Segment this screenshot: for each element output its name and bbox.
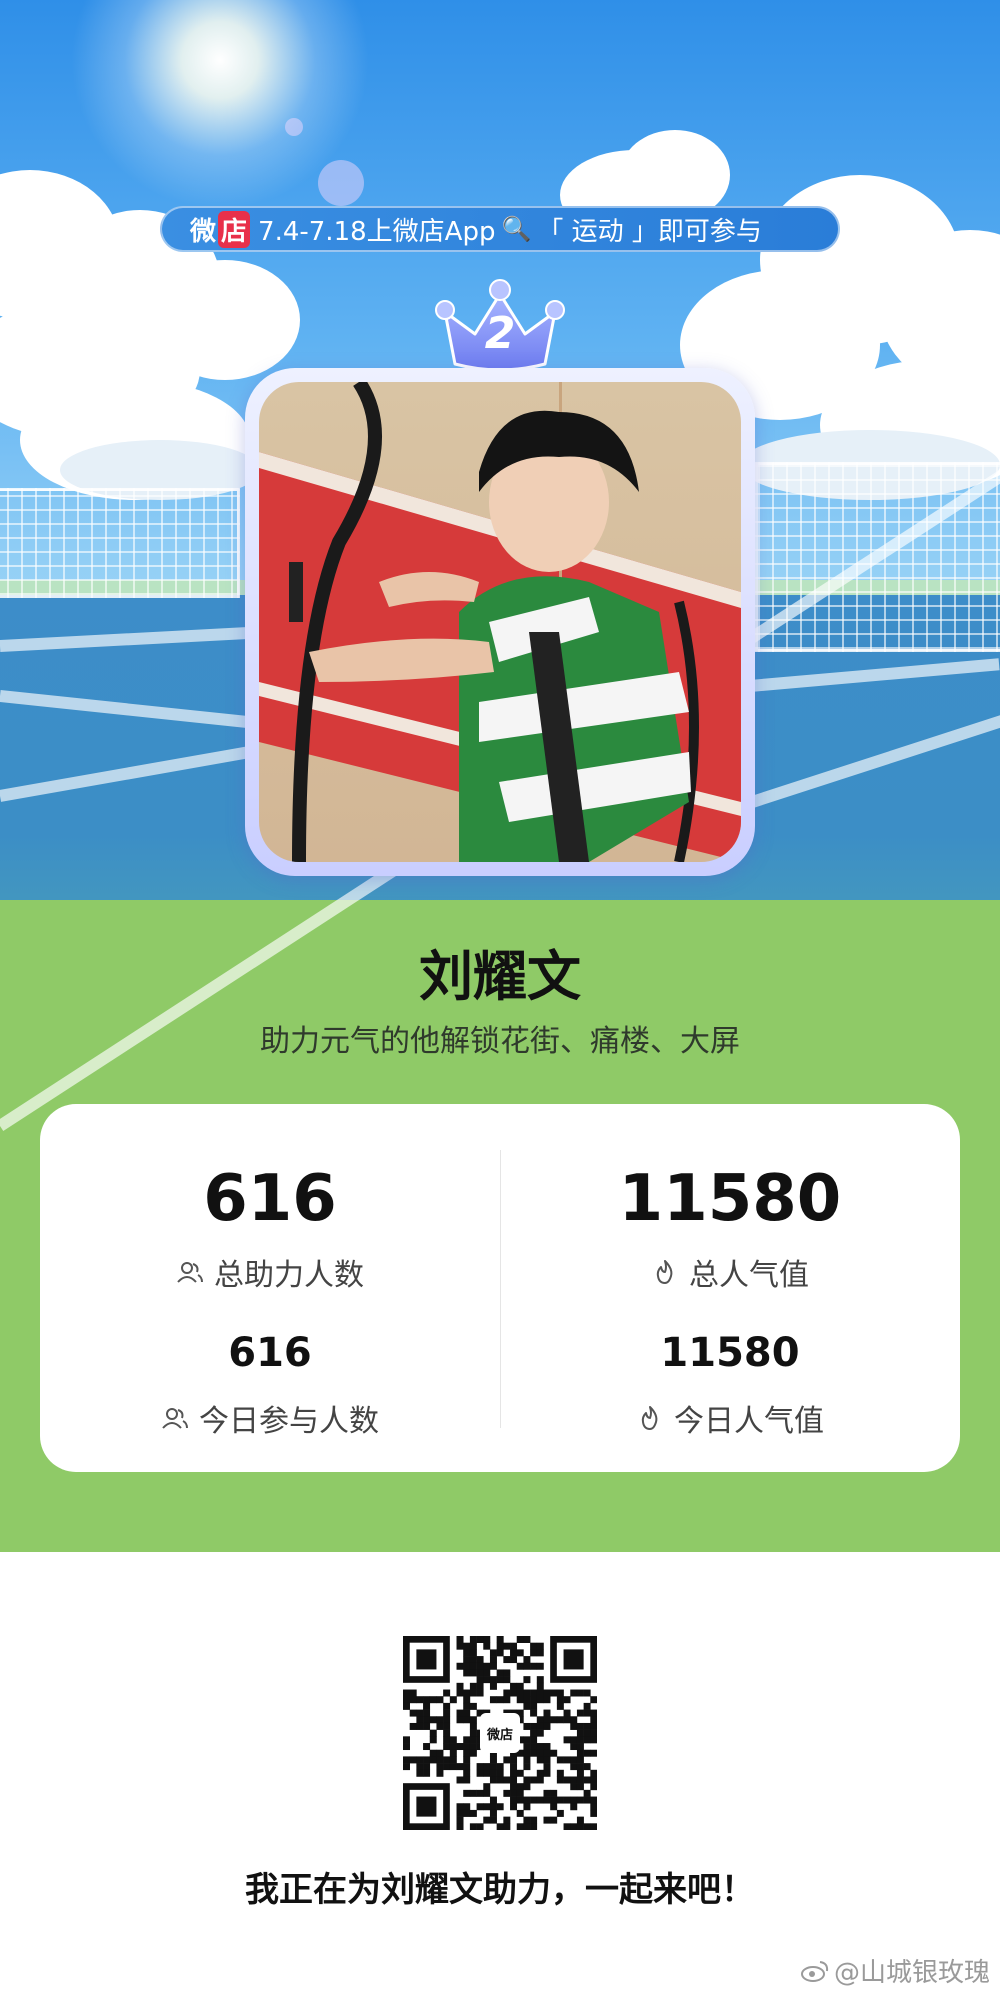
stats-card: 616 总助力人数 11580 总人气值 616 今日参与人数 11580 今日… xyxy=(40,1104,960,1472)
flame-icon xyxy=(656,1260,673,1284)
weibo-icon xyxy=(800,1960,829,1982)
avatar-frame xyxy=(245,368,755,876)
banner-keyword: 「 运动 」即可参与 xyxy=(537,216,762,247)
qr-code[interactable]: 微店 xyxy=(403,1636,598,1831)
banner-text: 7.4-7.18上微店App xyxy=(258,216,496,247)
people-icon xyxy=(162,1408,188,1429)
total-popularity-label: 总人气值 xyxy=(689,1258,809,1293)
weidian-logo: 微 店 xyxy=(190,210,251,248)
today-participants-value: 616 xyxy=(228,1330,312,1376)
total-supporters-label: 总助力人数 xyxy=(214,1258,364,1293)
qr-finder xyxy=(563,1649,584,1670)
flame-icon xyxy=(641,1406,658,1430)
total-supporters-value: 616 xyxy=(203,1162,337,1236)
watermark-text: @山城银玫瑰 xyxy=(833,1958,990,1988)
lens-flare xyxy=(318,160,364,206)
archer-illustration xyxy=(259,382,741,862)
logo-text-a: 微 xyxy=(190,216,217,247)
today-popularity-label-row: 今日人气值 xyxy=(500,1396,960,1440)
tennis-net xyxy=(755,462,1000,652)
search-icon: 🔍 xyxy=(501,215,532,243)
lens-flare xyxy=(285,118,303,136)
tagline: 助力元气的他解锁花街、痛楼、大屏 xyxy=(260,1024,740,1059)
logo-text-b: 店 xyxy=(218,210,251,248)
today-popularity-label: 今日人气值 xyxy=(674,1404,824,1439)
qr-logo-text: 微店 xyxy=(486,1727,513,1743)
people-icon xyxy=(177,1262,203,1283)
avatar-photo xyxy=(259,382,741,862)
idol-name: 刘耀文 xyxy=(419,945,581,1008)
qr-finder xyxy=(416,1649,437,1670)
today-participants-label: 今日参与人数 xyxy=(199,1404,379,1439)
rank-crown: 2 xyxy=(425,272,575,382)
weibo-watermark: @山城银玫瑰 xyxy=(800,1952,990,1989)
today-popularity-value: 11580 xyxy=(660,1330,800,1376)
total-supporters-label-row: 总助力人数 xyxy=(40,1250,500,1294)
total-popularity-value: 11580 xyxy=(618,1162,842,1236)
poster: 微 店 7.4-7.18上微店App 🔍 「 运动 」即可参与 2 刘耀文 助力… xyxy=(0,0,1000,1552)
qr-finder xyxy=(416,1796,437,1817)
qr-logo: 微店 xyxy=(480,1713,520,1753)
total-popularity-label-row: 总人气值 xyxy=(500,1250,960,1294)
invite-text: 我正在为刘耀文助力，一起来吧！ xyxy=(245,1870,755,1910)
event-banner[interactable]: 微 店 7.4-7.18上微店App 🔍 「 运动 」即可参与 xyxy=(160,206,840,252)
today-participants-label-row: 今日参与人数 xyxy=(40,1396,500,1440)
rank-number: 2 xyxy=(484,308,516,359)
tennis-net xyxy=(0,488,240,598)
